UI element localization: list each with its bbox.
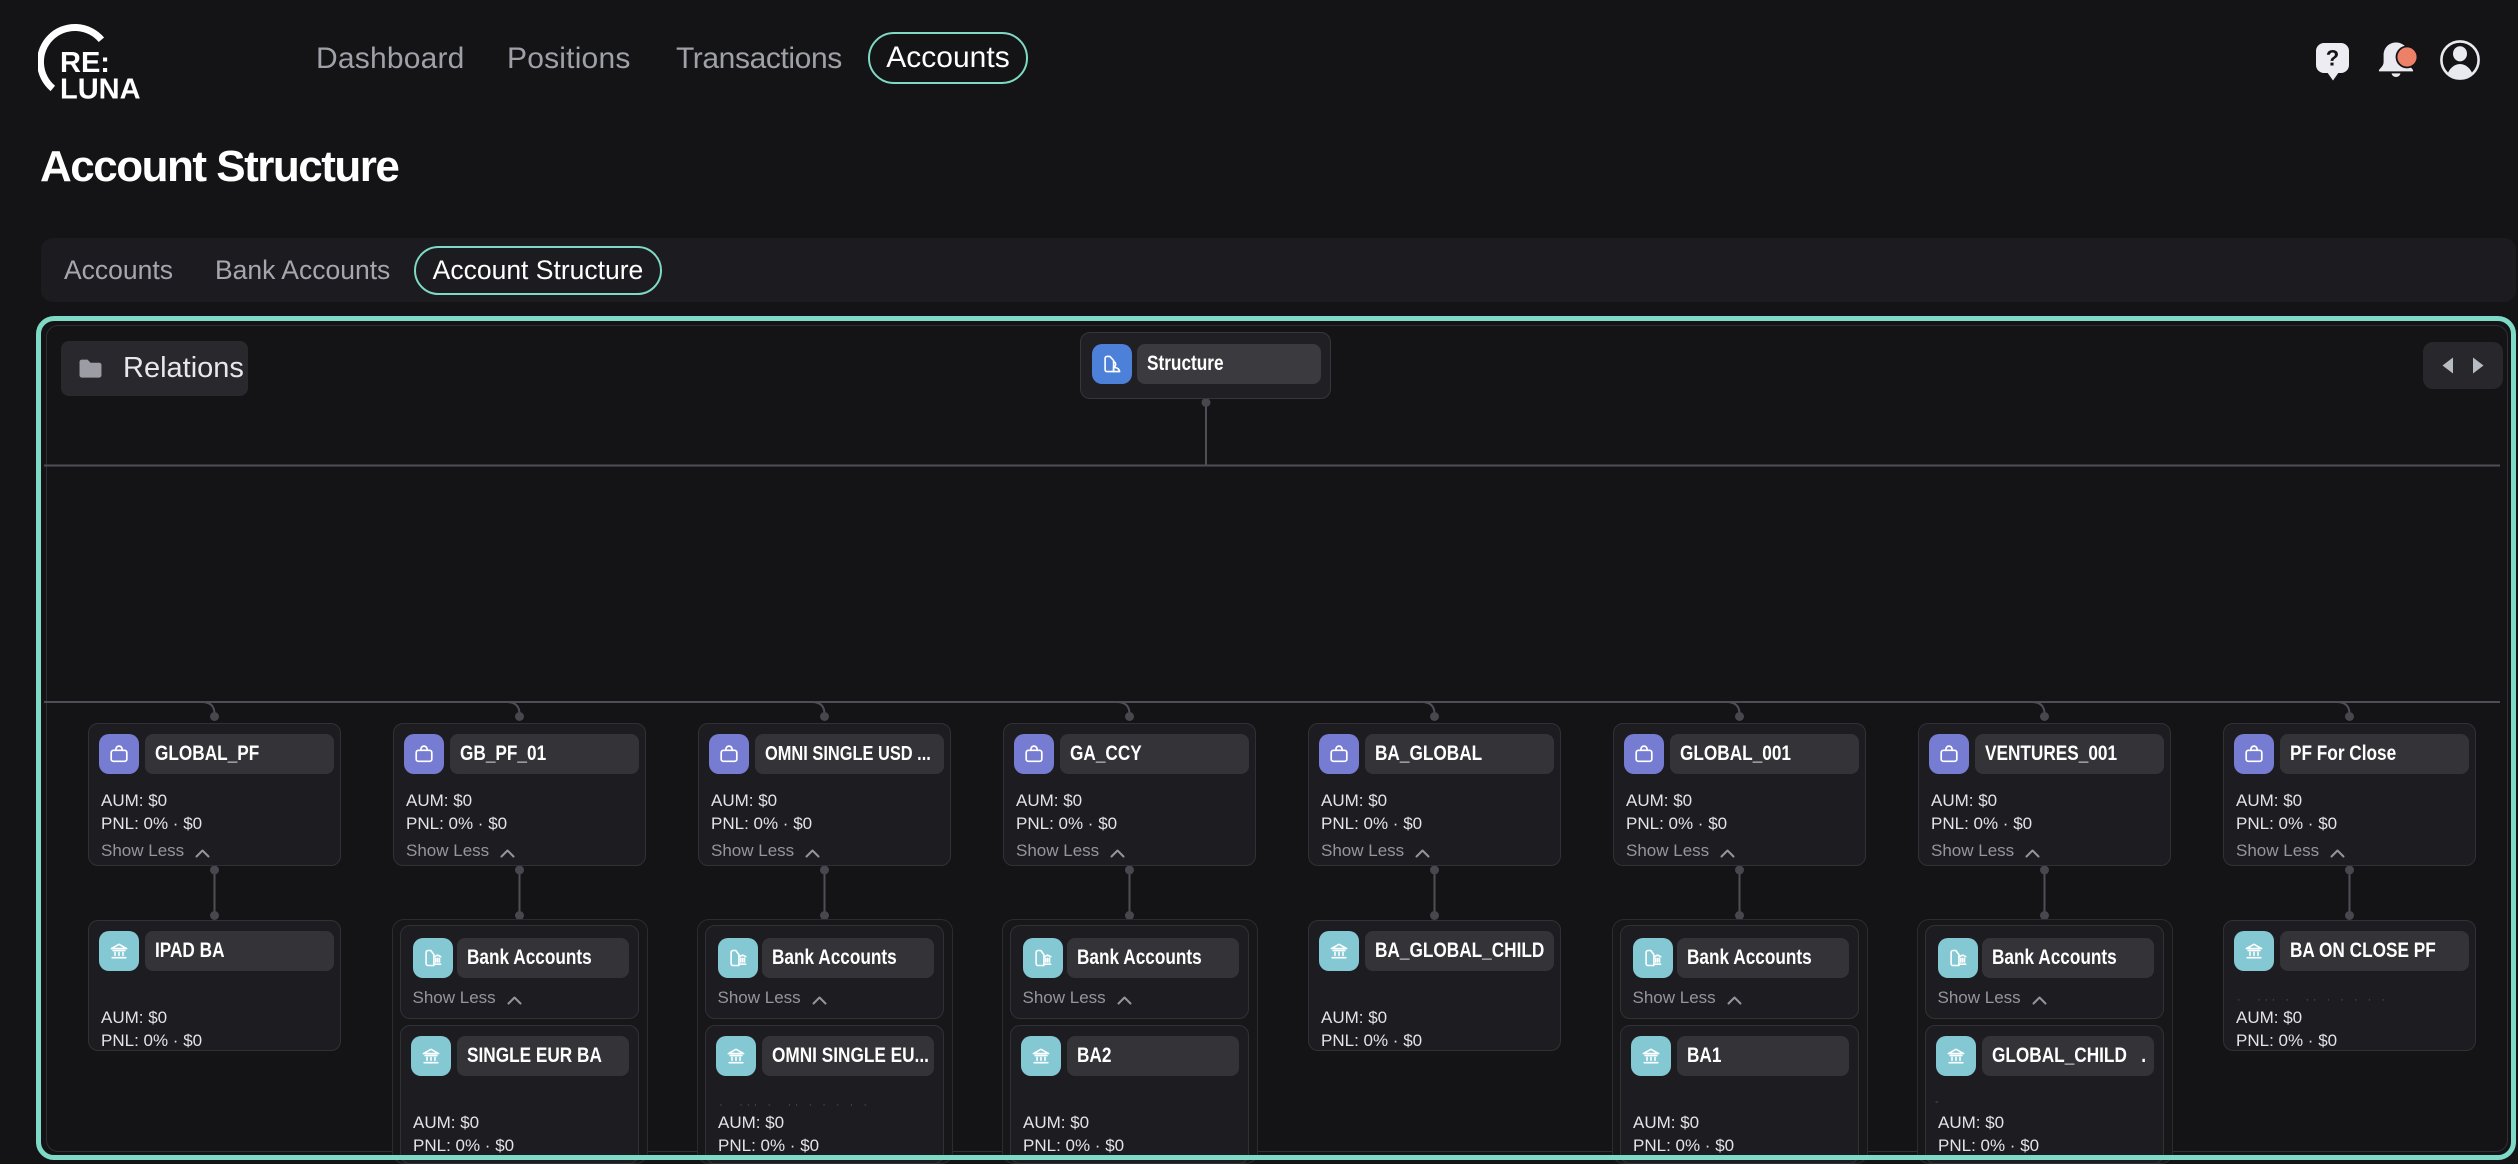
svg-text:LUNA: LUNA [60, 74, 141, 106]
svg-text:?: ? [2326, 46, 2339, 71]
